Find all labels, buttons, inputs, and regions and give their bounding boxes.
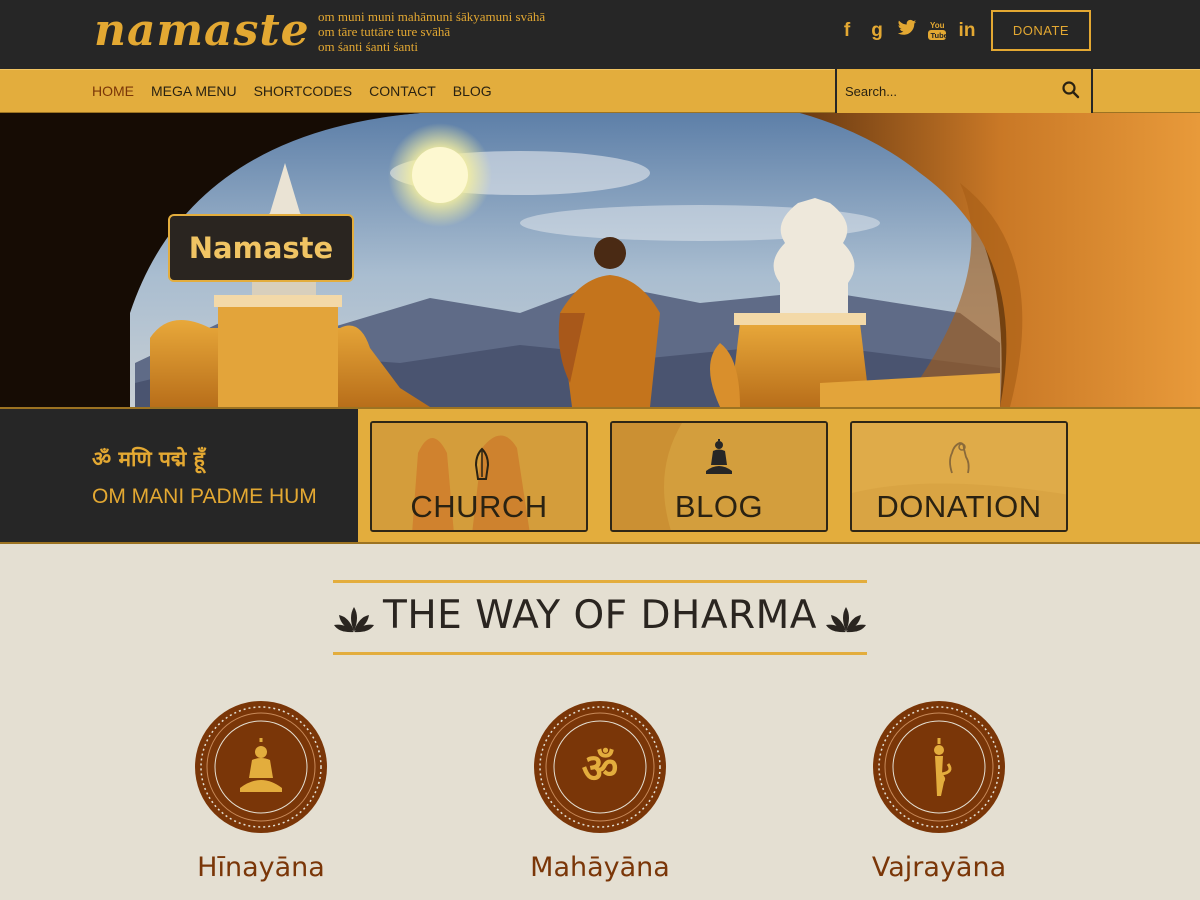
section-heading: THE WAY OF DHARMA (333, 580, 867, 655)
nav-item-blog[interactable]: BLOG (453, 70, 492, 112)
praying-hands-icon (474, 447, 490, 480)
linkedin-icon[interactable]: in (952, 19, 982, 48)
svg-text:Tube: Tube (931, 31, 948, 40)
mantra-line: om muni muni mahāmuni śākyamuni svāhā (318, 9, 546, 24)
sanskrit-mantra: ॐ मणि पद्मे हूँ (92, 447, 205, 471)
svg-text:You: You (930, 21, 945, 30)
top-bar: namaste om muni muni mahāmuni śākyamuni … (0, 0, 1200, 69)
yoga-pose-medallion-icon[interactable] (872, 700, 1006, 834)
column-title: Hīnayāna (197, 852, 325, 883)
lotus-icon (826, 607, 866, 633)
main-navbar: HOME MEGA MENU SHORTCODES CONTACT BLOG (0, 69, 1200, 113)
nav-item-home[interactable]: HOME (92, 70, 134, 112)
nav-item-mega-menu[interactable]: MEGA MENU (151, 70, 237, 112)
hero-slider: Namaste (0, 113, 1200, 407)
search-input[interactable] (845, 78, 1045, 104)
column-title: Vajrayāna (871, 852, 1007, 883)
meditating-buddha-icon (706, 439, 732, 474)
nav-item-shortcodes[interactable]: SHORTCODES (254, 70, 353, 112)
svg-text:ॐ: ॐ (582, 746, 618, 792)
mantra-line: om tāre tuttāre ture svāhā (318, 24, 451, 39)
hero-title: Namaste (168, 214, 354, 282)
card-label: CHURCH (410, 489, 548, 524)
nav-item-contact[interactable]: CONTACT (369, 70, 436, 112)
card-donation[interactable]: DONATION (850, 421, 1068, 532)
card-blog[interactable]: BLOG (610, 421, 828, 532)
column-title: Mahāyāna (530, 852, 670, 883)
site-logo[interactable]: namaste (94, 6, 310, 56)
mantra-text: OM MANI PADME HUM (92, 485, 317, 508)
mantra-line: om śanti śanti śanti (318, 39, 419, 54)
twitter-icon[interactable] (892, 19, 922, 48)
card-label: BLOG (674, 489, 764, 524)
section-title: THE WAY OF DHARMA (383, 593, 817, 638)
card-church[interactable]: CHURCH (370, 421, 588, 532)
social-links: f g You Tube in (832, 19, 982, 48)
header-mantra: om muni muni mahāmuni śākyamuni svāhā om… (318, 9, 545, 54)
donate-button[interactable]: DONATE (991, 10, 1091, 51)
mantra-panel: ॐ मणि पद्मे हूँ OM MANI PADME HUM (0, 409, 358, 542)
main-nav: HOME MEGA MENU SHORTCODES CONTACT BLOG (92, 70, 492, 112)
youtube-icon[interactable]: You Tube (922, 19, 952, 48)
feature-band: ॐ मणि पद्मे हूँ OM MANI PADME HUM CHURCH… (0, 407, 1200, 544)
om-medallion-icon[interactable]: ॐ (533, 700, 667, 834)
google-plus-icon[interactable]: g (862, 19, 892, 48)
facebook-icon[interactable]: f (832, 19, 862, 48)
mudra-hand-icon (949, 442, 970, 474)
card-label: DONATION (876, 489, 1042, 524)
buddha-medallion-icon[interactable] (194, 700, 328, 834)
search-box (835, 69, 1093, 113)
search-icon[interactable] (1061, 80, 1081, 100)
